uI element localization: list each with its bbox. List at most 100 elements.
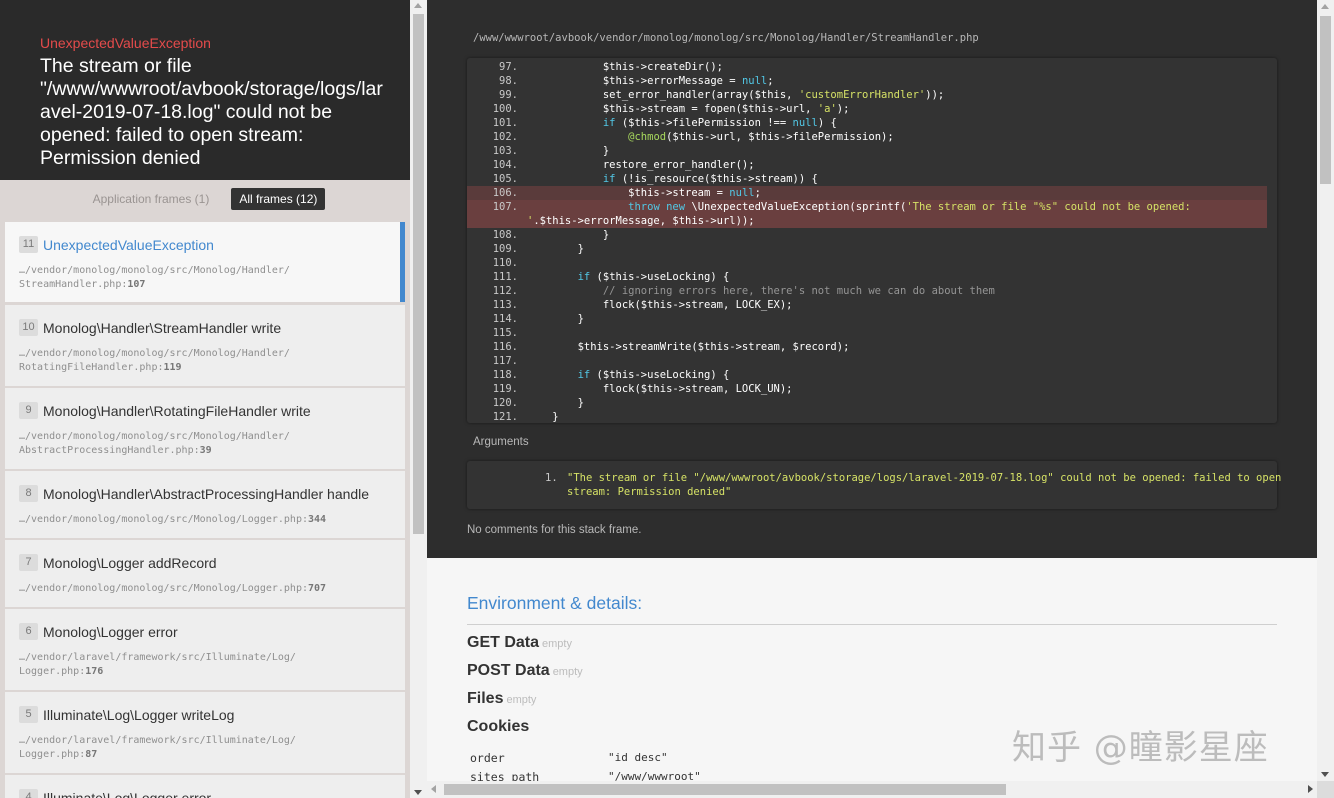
cookie-key: order <box>470 751 505 765</box>
code-text: '.$this->errorMessage, $this->url)); <box>527 215 755 227</box>
code-line: 97. $this->createDir(); <box>467 60 1267 74</box>
frame-file: …/vendor/monolog/monolog/src/Monolog/Han… <box>19 431 290 456</box>
code-file-path[interactable]: /www/wwwroot/avbook/vendor/monolog/monol… <box>473 32 979 44</box>
code-line: 112. // ignoring errors here, there's no… <box>467 284 1267 298</box>
code-line: 103. } <box>467 144 1267 158</box>
frame-file: …/vendor/laravel/framework/src/Illuminat… <box>19 735 296 760</box>
frame-item[interactable]: 5 Illuminate\Log\Logger writeLog …/vendor… <box>5 692 405 775</box>
scrollbar-corner <box>1317 781 1334 798</box>
scrollbar-thumb[interactable] <box>1320 16 1331 184</box>
scroll-right-icon[interactable] <box>1308 785 1313 793</box>
post-data-heading: POST Data empty <box>467 662 583 679</box>
line-number: 118. <box>492 369 518 381</box>
empty-label: empty <box>506 694 537 706</box>
frame-class: Illuminate\Log\Logger writeLog <box>43 706 235 723</box>
code-line: 116. $this->streamWrite($this->stream, $… <box>467 340 1267 354</box>
code-text: @chmod($this->url, $this->filePermission… <box>628 131 894 143</box>
line-number: 112. <box>492 285 518 297</box>
files-heading: Files empty <box>467 690 537 707</box>
code-line: 101. if ($this->filePermission !== null)… <box>467 116 1267 130</box>
argument-number: 1. <box>545 472 558 484</box>
frame-item[interactable]: 4 Illuminate\Log\Logger error <box>5 775 405 798</box>
frame-code-section: /www/wwwroot/avbook/vendor/monolog/monol… <box>427 0 1317 558</box>
code-line: '.$this->errorMessage, $this->url)); <box>467 214 1267 228</box>
frame-item[interactable]: 7 Monolog\Logger addRecord …/vendor/monol… <box>5 540 405 609</box>
scroll-up-icon[interactable] <box>1321 4 1329 9</box>
scrollbar-thumb[interactable] <box>444 784 1006 795</box>
page-scrollbar[interactable] <box>1317 0 1334 781</box>
line-number: 98. <box>499 75 518 87</box>
scrollbar-thumb[interactable] <box>413 14 424 534</box>
divider <box>467 624 1277 625</box>
frame-index: 7 <box>19 554 38 571</box>
frames-scrollbar[interactable] <box>410 0 427 798</box>
get-data-heading: GET Data empty <box>467 634 572 651</box>
watermark-text: 知乎 @瞳影星座 <box>1012 728 1269 768</box>
exception-message: The stream or file "/www/wwwroot/avbook/… <box>40 55 383 169</box>
line-number: 116. <box>492 341 518 353</box>
code-text: } <box>527 229 610 241</box>
line-number: 119. <box>492 383 518 395</box>
code-block: 97. $this->createDir(); 98. $this->errorM… <box>467 58 1277 423</box>
frame-file: …/vendor/monolog/monolog/src/Monolog/Han… <box>19 265 290 290</box>
code-line: 98. $this->errorMessage = null; <box>467 74 1267 88</box>
line-number: 108. <box>492 229 518 241</box>
application-frames-filter[interactable]: Application frames (1) <box>85 188 218 210</box>
code-text: if ($this->filePermission !== null) { <box>602 117 837 129</box>
line-number: 104. <box>492 159 518 171</box>
code-line: 106. $this->stream = null; <box>467 186 1267 200</box>
code-line: 118. if ($this->useLocking) { <box>467 368 1267 382</box>
line-number: 100. <box>492 103 518 115</box>
line-number: 113. <box>492 299 518 311</box>
line-number: 103. <box>492 145 518 157</box>
exception-header: UnexpectedValueException The stream or f… <box>0 0 410 180</box>
frame-index: 11 <box>19 236 38 253</box>
code-line: 117. <box>467 354 1267 368</box>
exception-class: UnexpectedValueException <box>40 35 211 51</box>
code-line: 100. $this->stream = fopen($this->url, '… <box>467 102 1267 116</box>
code-text: } <box>527 243 584 255</box>
frame-class: Monolog\Logger addRecord <box>43 554 217 571</box>
scroll-down-icon[interactable] <box>414 790 422 795</box>
frame-class: UnexpectedValueException <box>43 236 214 253</box>
frame-item[interactable]: 9 Monolog\Handler\RotatingFileHandler wri… <box>5 388 405 471</box>
frame-item[interactable]: 11 UnexpectedValueException …/vendor/mono… <box>5 222 405 304</box>
code-text: } <box>527 145 610 157</box>
code-text: // ignoring errors here, there's not muc… <box>602 285 995 297</box>
line-number: 121. <box>492 411 518 423</box>
horizontal-scrollbar[interactable] <box>427 781 1317 798</box>
frame-file: …/vendor/monolog/monolog/src/Monolog/Han… <box>19 348 290 373</box>
frame-class: Monolog\Logger error <box>43 623 178 640</box>
cookie-value: "id desc" <box>608 751 668 764</box>
scroll-up-icon[interactable] <box>414 3 422 8</box>
code-text: $this->errorMessage = null; <box>527 75 774 87</box>
code-line: 111. if ($this->useLocking) { <box>467 270 1267 284</box>
line-number: 110. <box>492 257 518 269</box>
frame-item[interactable]: 10 Monolog\Handler\StreamHandler write …/… <box>5 305 405 388</box>
code-text: if ($this->useLocking) { <box>577 369 730 381</box>
all-frames-filter[interactable]: All frames (12) <box>231 188 326 210</box>
frame-item[interactable]: 6 Monolog\Logger error …/vendor/laravel/f… <box>5 609 405 692</box>
code-line: 109. } <box>467 242 1267 256</box>
code-line: 121. } <box>467 410 1267 423</box>
frame-file: …/vendor/laravel/framework/src/Illuminat… <box>19 652 296 677</box>
details-panel: /www/wwwroot/avbook/vendor/monolog/monol… <box>427 0 1317 781</box>
frames-list: 11 UnexpectedValueException …/vendor/mono… <box>5 222 405 798</box>
frame-index: 5 <box>19 706 38 723</box>
code-line: 115. <box>467 326 1267 340</box>
code-text: $this->createDir(); <box>527 61 723 73</box>
scroll-left-icon[interactable] <box>431 785 436 793</box>
code-text: } <box>527 411 559 423</box>
frame-item[interactable]: 8 Monolog\Handler\AbstractProcessingHandl… <box>5 471 405 540</box>
no-comments-text: No comments for this stack frame. <box>467 524 642 536</box>
line-number: 117. <box>492 355 518 367</box>
frame-index: 10 <box>19 319 38 336</box>
scroll-down-icon[interactable] <box>1321 772 1329 777</box>
line-number: 120. <box>492 397 518 409</box>
line-number: 107. <box>492 201 518 213</box>
argument-value: "The stream or file "/www/wwwroot/avbook… <box>567 472 1282 498</box>
code-line: 120. } <box>467 396 1267 410</box>
code-text: if (!is_resource($this->stream)) { <box>602 173 818 185</box>
code-text: if ($this->useLocking) { <box>577 271 730 283</box>
code-text: flock($this->stream, LOCK_EX); <box>527 299 793 311</box>
